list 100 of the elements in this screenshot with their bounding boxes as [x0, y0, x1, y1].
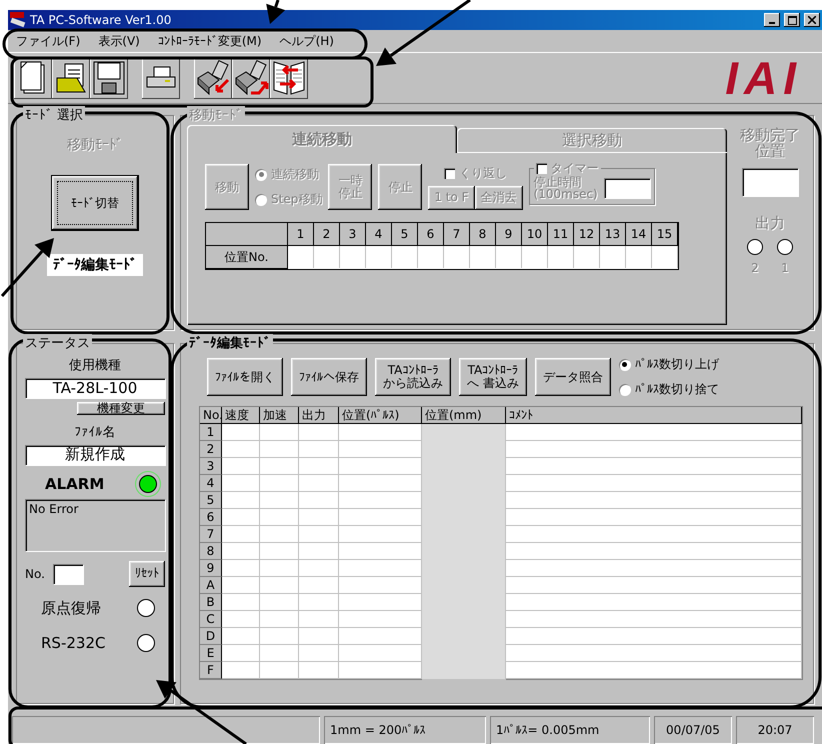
- radio-button[interactable]: [618, 358, 631, 370]
- radio-label[interactable]: ﾊﾟﾙｽ数切り捨て: [634, 381, 719, 398]
- data-button[interactable]: ﾌｧｲﾙを開く: [207, 358, 283, 396]
- table-cell[interactable]: [222, 424, 260, 441]
- table-cell[interactable]: [339, 526, 422, 543]
- table-cell[interactable]: [222, 441, 260, 458]
- table-cell[interactable]: [260, 662, 299, 679]
- table-cell[interactable]: [299, 441, 339, 458]
- table-cell[interactable]: [506, 475, 802, 492]
- table-cell[interactable]: [222, 662, 260, 679]
- table-cell[interactable]: [222, 645, 260, 662]
- table-cell[interactable]: [299, 662, 339, 679]
- table-cell[interactable]: [339, 543, 422, 560]
- mode-switch-button[interactable]: ﾓｰﾄﾞ切替: [52, 176, 138, 230]
- table-cell[interactable]: [339, 611, 422, 628]
- table-cell[interactable]: [299, 475, 339, 492]
- table-cell[interactable]: [299, 611, 339, 628]
- table-cell[interactable]: [299, 645, 339, 662]
- table-cell[interactable]: [506, 577, 802, 594]
- toolbar-button[interactable]: [232, 57, 270, 99]
- table-cell[interactable]: [222, 543, 260, 560]
- table-cell[interactable]: [339, 628, 422, 645]
- reset-button[interactable]: ﾘｾｯﾄ: [129, 560, 165, 587]
- table-cell[interactable]: [222, 628, 260, 645]
- table-cell[interactable]: [339, 560, 422, 577]
- table-cell[interactable]: [422, 662, 506, 680]
- table-cell[interactable]: [260, 475, 299, 492]
- table-cell[interactable]: [506, 662, 802, 679]
- change-model-button[interactable]: 機種変更: [77, 402, 165, 415]
- radio-label[interactable]: ﾊﾟﾙｽ数切り上げ: [634, 356, 719, 373]
- table-cell[interactable]: [339, 577, 422, 594]
- table-cell[interactable]: [222, 577, 260, 594]
- table-cell[interactable]: [299, 628, 339, 645]
- table-cell[interactable]: [222, 458, 260, 475]
- table-cell[interactable]: [260, 424, 299, 441]
- data-button[interactable]: TAｺﾝﾄﾛｰﾗ へ 書込み: [459, 358, 527, 396]
- radio-button[interactable]: [618, 384, 631, 396]
- table-cell[interactable]: [260, 645, 299, 662]
- table-cell[interactable]: [339, 662, 422, 679]
- table-cell[interactable]: [506, 441, 802, 458]
- table-cell[interactable]: [422, 424, 506, 442]
- menu-item[interactable]: 表示(V): [98, 32, 140, 50]
- table-cell[interactable]: [339, 424, 422, 441]
- table-cell[interactable]: [260, 594, 299, 611]
- table-cell[interactable]: [339, 441, 422, 458]
- table-cell[interactable]: [299, 492, 339, 509]
- table-cell[interactable]: [506, 560, 802, 577]
- maximize-button[interactable]: [784, 13, 800, 27]
- table-cell[interactable]: [222, 526, 260, 543]
- table-cell[interactable]: [260, 526, 299, 543]
- toolbar-button[interactable]: [270, 57, 308, 99]
- table-cell[interactable]: [339, 458, 422, 475]
- table-cell[interactable]: [222, 509, 260, 526]
- table-cell[interactable]: [339, 594, 422, 611]
- table-cell[interactable]: [506, 526, 802, 543]
- table-cell[interactable]: [506, 492, 802, 509]
- table-cell[interactable]: [339, 645, 422, 662]
- table-cell[interactable]: [299, 560, 339, 577]
- table-cell[interactable]: [299, 543, 339, 560]
- table-cell[interactable]: [222, 560, 260, 577]
- data-button[interactable]: TAｺﾝﾄﾛｰﾗ から読込み: [375, 358, 451, 396]
- table-cell[interactable]: [260, 611, 299, 628]
- stop-time-field[interactable]: [604, 178, 650, 198]
- table-cell[interactable]: [506, 543, 802, 560]
- table-cell[interactable]: [506, 594, 802, 611]
- toolbar-button[interactable]: [90, 57, 128, 99]
- minimize-button[interactable]: [764, 13, 780, 27]
- table-cell[interactable]: [260, 543, 299, 560]
- menu-item[interactable]: ｺﾝﾄﾛｰﾗﾓｰﾄﾞ変更(M): [158, 32, 262, 50]
- table-cell[interactable]: [260, 441, 299, 458]
- table-cell[interactable]: [299, 424, 339, 441]
- table-cell[interactable]: [299, 509, 339, 526]
- table-cell[interactable]: [506, 645, 802, 662]
- table-cell[interactable]: [299, 526, 339, 543]
- table-cell[interactable]: [222, 594, 260, 611]
- table-cell[interactable]: [299, 458, 339, 475]
- menu-item[interactable]: ファイル(F): [16, 32, 80, 50]
- toolbar-button[interactable]: [194, 57, 232, 99]
- table-cell[interactable]: [260, 628, 299, 645]
- data-button[interactable]: ﾌｧｲﾙへ保存: [291, 358, 367, 396]
- table-cell[interactable]: [260, 577, 299, 594]
- table-cell[interactable]: [339, 492, 422, 509]
- table-cell[interactable]: [299, 577, 339, 594]
- table-cell[interactable]: [260, 492, 299, 509]
- menu-item[interactable]: ヘルプ(H): [280, 32, 334, 50]
- table-cell[interactable]: [222, 611, 260, 628]
- table-cell[interactable]: [506, 628, 802, 645]
- table-cell[interactable]: [299, 594, 339, 611]
- table-cell[interactable]: [506, 424, 802, 441]
- table-cell[interactable]: [222, 475, 260, 492]
- table-cell[interactable]: [506, 611, 802, 628]
- table-cell[interactable]: [339, 509, 422, 526]
- table-cell[interactable]: [339, 475, 422, 492]
- data-button[interactable]: データ照合: [534, 358, 611, 396]
- table-cell[interactable]: [506, 509, 802, 526]
- toolbar-button[interactable]: [142, 57, 180, 99]
- table-cell[interactable]: [260, 509, 299, 526]
- table-cell[interactable]: [506, 458, 802, 475]
- close-button[interactable]: [804, 13, 820, 27]
- table-cell[interactable]: [222, 492, 260, 509]
